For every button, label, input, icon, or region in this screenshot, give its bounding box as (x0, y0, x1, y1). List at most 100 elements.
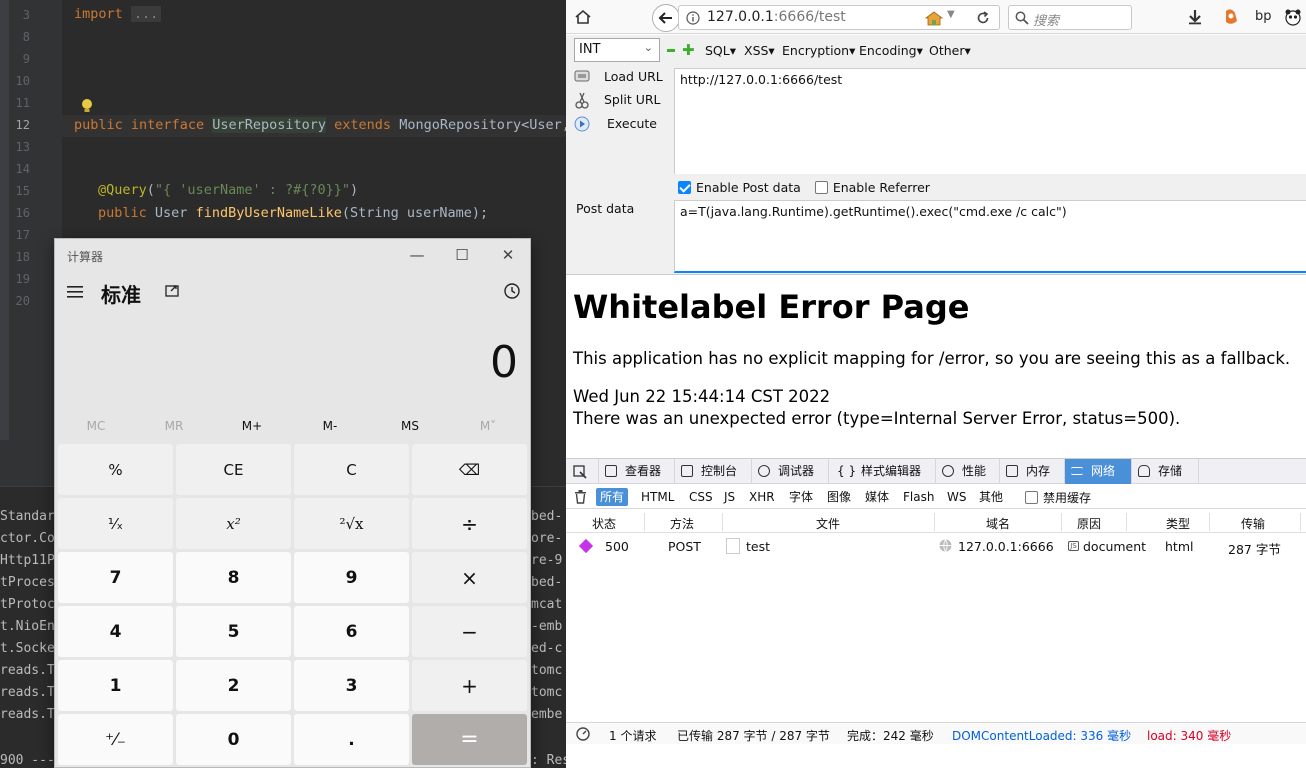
column-file[interactable]: 文件 (816, 515, 840, 532)
download-icon[interactable] (1187, 9, 1203, 25)
digit-0-key[interactable]: 0 (176, 714, 291, 765)
divide-key[interactable]: ÷ (412, 498, 527, 549)
maximize-button[interactable]: ☐ (442, 243, 482, 267)
memory-recall-button[interactable]: MR (135, 419, 213, 433)
dropdown-icon[interactable]: ▼ (947, 9, 955, 20)
digit-1-key[interactable]: 1 (58, 660, 173, 711)
tab-performance[interactable]: 性能 (936, 459, 1000, 484)
enable-post-checkbox[interactable]: Enable Post data (678, 180, 801, 195)
percent-key[interactable]: % (58, 444, 173, 495)
digit-3-key[interactable]: 3 (294, 660, 409, 711)
extension-icon[interactable] (1222, 7, 1240, 27)
negate-key[interactable]: ⁺⁄₋ (58, 714, 173, 765)
digit-8-key[interactable]: 8 (176, 552, 291, 603)
reciprocal-key[interactable]: ¹⁄ₓ (58, 498, 173, 549)
home-icon[interactable] (574, 9, 592, 25)
trash-icon[interactable] (574, 490, 587, 504)
memory-subtract-button[interactable]: M- (291, 419, 369, 433)
filter-fonts[interactable]: 字体 (785, 488, 817, 506)
performance-analysis-icon[interactable] (576, 727, 590, 741)
digit-7-key[interactable]: 7 (58, 552, 173, 603)
filter-xhr[interactable]: XHR (745, 488, 779, 506)
url-text[interactable]: 127.0.0.1:6666/test (707, 9, 846, 25)
info-icon[interactable] (686, 11, 700, 25)
filter-other[interactable]: 其他 (975, 488, 1007, 506)
sqrt-key[interactable]: ²√x (294, 498, 409, 549)
tab-network[interactable]: 网络 (1065, 459, 1132, 484)
keep-on-top-icon[interactable] (165, 283, 181, 299)
tab-console[interactable]: 控制台 (675, 459, 752, 484)
code-line-interface[interactable]: public interface UserRepository extends … (74, 117, 570, 133)
column-type[interactable]: 类型 (1166, 515, 1190, 532)
column-transfer[interactable]: 传输 (1241, 515, 1265, 532)
minus-icon[interactable] (667, 49, 675, 52)
column-status[interactable]: 状态 (592, 515, 616, 532)
filter-html[interactable]: HTML (637, 488, 678, 506)
column-cause[interactable]: 原因 (1077, 515, 1101, 532)
lightbulb-icon[interactable] (81, 98, 93, 114)
enable-referrer-checkbox[interactable]: Enable Referrer (814, 180, 930, 195)
url-textarea[interactable]: http://127.0.0.1:6666/test (674, 68, 1306, 174)
tab-memory[interactable]: 内存 (1000, 459, 1065, 484)
filter-media[interactable]: 媒体 (861, 488, 893, 506)
multiply-key[interactable]: × (412, 552, 527, 603)
clear-entry-key[interactable]: CE (176, 444, 291, 495)
post-data-textarea[interactable]: a=T(java.lang.Runtime).getRuntime().exec… (674, 200, 1306, 273)
memory-list-button[interactable]: M˅ (449, 419, 527, 433)
profile-label[interactable]: bp (1255, 9, 1272, 24)
code-line-import[interactable]: import ... (74, 6, 162, 22)
other-menu[interactable]: Other▾ (929, 43, 971, 58)
digit-6-key[interactable]: 6 (294, 606, 409, 657)
injection-type-select[interactable]: INT ⌄ (574, 38, 660, 62)
back-button[interactable] (652, 4, 680, 32)
history-icon[interactable] (503, 282, 521, 300)
plus-icon[interactable]: ✚ (682, 41, 695, 59)
filter-images[interactable]: 图像 (823, 488, 855, 506)
tab-debugger[interactable]: 调试器 (752, 459, 829, 484)
search-bar[interactable]: 搜索 (1008, 5, 1132, 30)
tab-inspector[interactable]: 查看器 (598, 459, 675, 484)
code-line-annotation[interactable]: @Query("{ 'userName' : ?#{?0}}") (98, 182, 358, 198)
memory-store-button[interactable]: MS (371, 419, 449, 433)
execute-button[interactable]: Execute (574, 116, 657, 135)
column-method[interactable]: 方法 (670, 515, 694, 532)
folded-imports[interactable]: ... (130, 6, 162, 22)
digit-2-key[interactable]: 2 (176, 660, 291, 711)
panda-icon[interactable] (1284, 8, 1302, 26)
url-bar[interactable]: 127.0.0.1:6666/test ▼ (678, 5, 1000, 30)
memory-add-button[interactable]: M+ (213, 419, 291, 433)
equals-key[interactable]: = (412, 714, 527, 765)
reload-icon[interactable] (976, 11, 990, 25)
decimal-key[interactable]: . (294, 714, 409, 765)
hamburger-menu-icon[interactable] (67, 285, 85, 299)
code-line-method[interactable]: public User findByUserNameLike(String us… (98, 205, 488, 221)
load-url-button[interactable]: Load URL (574, 69, 663, 86)
column-domain[interactable]: 域名 (986, 515, 1010, 532)
filter-ws[interactable]: WS (943, 488, 970, 506)
encoding-menu[interactable]: Encoding▾ (859, 43, 923, 58)
filter-flash[interactable]: Flash (899, 488, 938, 506)
subtract-key[interactable]: − (412, 606, 527, 657)
minimize-button[interactable]: — (397, 243, 437, 267)
table-row[interactable]: 500 POST test 127.0.0.1:6666 JS document… (566, 535, 1306, 557)
digit-9-key[interactable]: 9 (294, 552, 409, 603)
sql-menu[interactable]: SQL▾ (705, 43, 736, 58)
split-url-button[interactable]: Split URL (574, 92, 661, 113)
digit-4-key[interactable]: 4 (58, 606, 173, 657)
disable-cache-checkbox[interactable]: 禁用缓存 (1025, 489, 1091, 506)
encryption-menu[interactable]: Encryption▾ (782, 43, 855, 58)
tab-storage[interactable]: 存储 (1132, 459, 1199, 484)
tab-style-editor[interactable]: { } 样式编辑器 (829, 459, 936, 484)
element-picker-icon[interactable] (573, 465, 587, 479)
home-page-icon[interactable] (925, 10, 943, 26)
xss-menu[interactable]: XSS▾ (744, 43, 775, 58)
backspace-key[interactable]: ⌫ (412, 444, 527, 495)
add-key[interactable]: + (412, 660, 527, 711)
close-button[interactable]: ✕ (488, 243, 528, 267)
filter-all[interactable]: 所有 (596, 488, 629, 506)
clear-key[interactable]: C (294, 444, 409, 495)
square-key[interactable]: x² (176, 498, 291, 549)
filter-css[interactable]: CSS (685, 488, 717, 506)
filter-js[interactable]: JS (720, 488, 739, 506)
digit-5-key[interactable]: 5 (176, 606, 291, 657)
